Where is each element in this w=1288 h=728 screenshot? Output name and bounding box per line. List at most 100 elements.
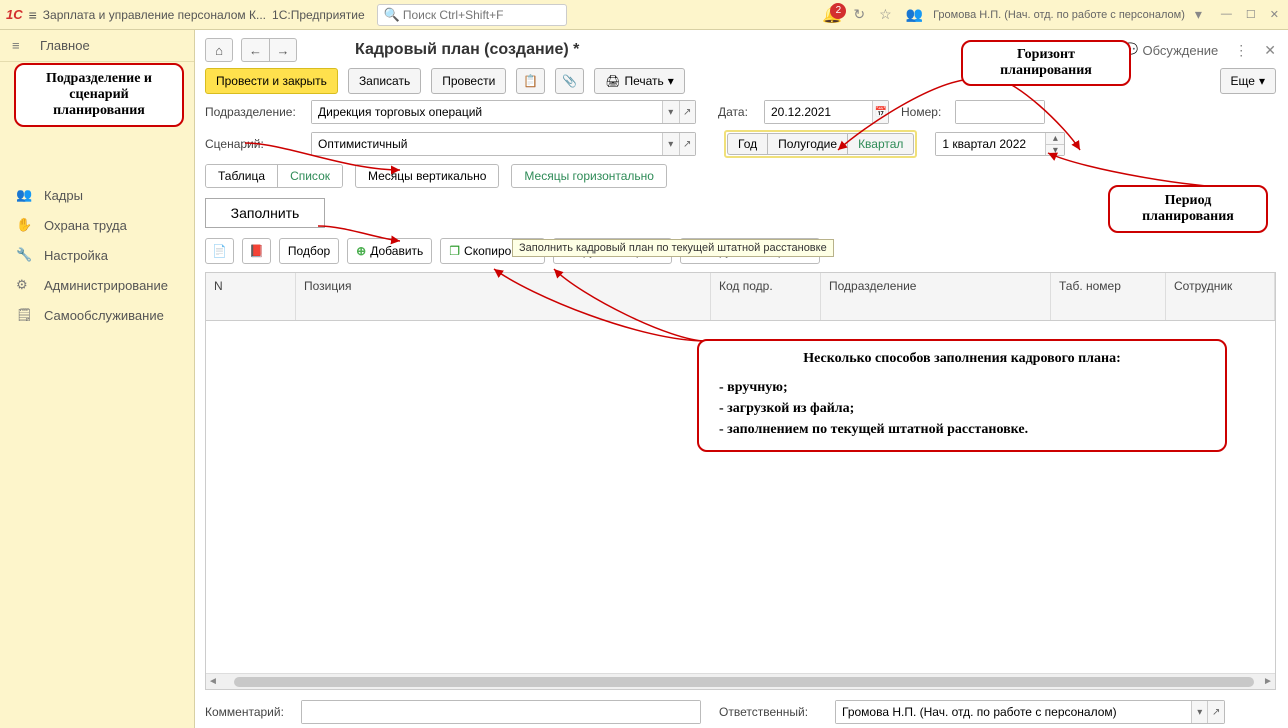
col-emp[interactable]: Сотрудник (1166, 273, 1275, 320)
back-button[interactable]: ← (241, 38, 269, 62)
dropdown-button[interactable]: ▾ (1191, 701, 1208, 723)
gear-icon: ⚙ (16, 277, 34, 293)
col-position[interactable]: Позиция (296, 273, 711, 320)
tab-list[interactable]: Список (278, 165, 342, 187)
sidebar-item-settings[interactable]: 🔧 Настройка (0, 240, 194, 270)
sidebar-item-kadry[interactable]: 👥 Кадры (0, 180, 194, 210)
horizon-quarter[interactable]: Квартал (847, 133, 914, 155)
copy-icon: ❐ (449, 244, 460, 258)
calendar-button[interactable]: 📅 (872, 101, 888, 123)
callout-period: Период планирования (1108, 185, 1268, 233)
grid-header: N Позиция Код подр. Подразделение Таб. н… (206, 273, 1275, 321)
menu-hamburger-icon[interactable]: ≡ (29, 7, 37, 23)
logo-1c: 1C (6, 7, 23, 22)
print-button[interactable]: 🖨 Печать ▾ (594, 68, 685, 94)
app-title: Зарплата и управление персоналом К... (43, 8, 266, 22)
responsible-input[interactable] (836, 701, 1191, 723)
col-dept[interactable]: Подразделение (821, 273, 1051, 320)
current-user[interactable]: Громова Н.П. (Нач. отд. по работе с перс… (933, 9, 1185, 21)
sidebar: ≡ Главное 👥 Кадры ✋ Охрана труда 🔧 Настр… (0, 30, 195, 728)
open-button[interactable]: ↗ (679, 101, 695, 123)
user-dropdown-icon[interactable]: ▾ (1191, 6, 1206, 23)
safety-icon: ✋ (16, 217, 34, 233)
date-input[interactable] (765, 101, 872, 123)
minimize-button[interactable]: — (1218, 8, 1235, 21)
tab-months-vertical[interactable]: Месяцы вертикально (355, 164, 499, 188)
view-mode-switch: Таблица Список (205, 164, 343, 188)
discuss-link[interactable]: 💬 Обсуждение (1122, 42, 1218, 58)
maximize-button[interactable]: ☐ (1243, 8, 1259, 21)
people-icon: 👥 (16, 187, 34, 203)
horizon-year[interactable]: Год (727, 133, 767, 155)
horizon-half[interactable]: Полугодие (767, 133, 847, 155)
page-title: Кадровый план (создание) * (355, 41, 579, 59)
period-down[interactable]: ▾ (1046, 144, 1064, 155)
save-button[interactable]: Записать (348, 68, 421, 94)
period-up[interactable]: ▴ (1046, 133, 1064, 144)
more-button[interactable]: Еще ▾ (1220, 68, 1276, 94)
callout-fill-methods: Несколько способов заполнения кадрового … (697, 339, 1227, 452)
label-department: Подразделение: (205, 105, 305, 119)
number-input[interactable] (956, 101, 1044, 123)
add-button[interactable]: ⊕ Добавить (347, 238, 432, 264)
search-input[interactable] (403, 8, 560, 22)
close-doc-button[interactable]: ✕ (1264, 42, 1276, 59)
search-icon: 🔍 (384, 7, 400, 23)
post-and-close-button[interactable]: Провести и закрыть (205, 68, 338, 94)
open-button[interactable]: ↗ (679, 133, 695, 155)
department-input[interactable] (312, 101, 662, 123)
sidebar-item-self[interactable]: 🗒 Самообслуживание (0, 300, 194, 330)
app-topbar: 1C ≡ Зарплата и управление персоналом К.… (0, 0, 1288, 30)
sidebar-main-label: Главное (40, 38, 90, 53)
notifications-icon[interactable]: 🔔 2 (821, 4, 843, 26)
callout-department-scenario: Подразделение и сценарий планирования (14, 63, 184, 127)
home-button[interactable]: ⌂ (205, 38, 233, 62)
global-search[interactable]: 🔍 (377, 4, 567, 26)
label-date: Дата: (718, 105, 758, 119)
star-icon[interactable]: ☆ (875, 6, 896, 23)
label-number: Номер: (901, 105, 949, 119)
tab-months-horizontal[interactable]: Месяцы горизонтально (511, 164, 667, 188)
doc-icon-button-2[interactable]: 📕 (242, 238, 271, 264)
label-responsible: Ответственный: (719, 705, 829, 719)
fill-button[interactable]: Заполнить (205, 198, 325, 228)
close-button[interactable]: ✕ (1267, 8, 1282, 21)
history-icon[interactable]: ↻ (849, 6, 869, 23)
sidebar-item-ohrana[interactable]: ✋ Охрана труда (0, 210, 194, 240)
period-input[interactable] (936, 133, 1045, 155)
col-tab[interactable]: Таб. номер (1051, 273, 1166, 320)
callout-horizon: Горизонт планирования (961, 40, 1131, 86)
sidebar-main[interactable]: ≡ Главное (0, 30, 194, 62)
label-scenario: Сценарий: (205, 137, 305, 151)
label-comment: Комментарий: (205, 705, 295, 719)
forward-button[interactable]: → (269, 38, 297, 62)
dropdown-icon: ▾ (1259, 74, 1265, 88)
fill-tooltip: Заполнить кадровый план по текущей штатн… (512, 239, 834, 257)
col-kod[interactable]: Код подр. (711, 273, 821, 320)
pick-button[interactable]: Подбор (279, 238, 339, 264)
list-icon: 🗒 (16, 307, 34, 323)
menu-icon: ≡ (12, 38, 30, 53)
comment-input[interactable] (302, 701, 700, 723)
doc-menu-icon[interactable]: ⋮ (1230, 42, 1252, 59)
scenario-input[interactable] (312, 133, 662, 155)
doc-icon-button-1[interactable]: 📄 (205, 238, 234, 264)
horizon-selector: Год Полугодие Квартал (724, 130, 917, 158)
plus-icon: ⊕ (356, 244, 366, 258)
sidebar-item-admin[interactable]: ⚙ Администрирование (0, 270, 194, 300)
dropdown-icon: ▾ (668, 74, 674, 88)
post-button[interactable]: Провести (431, 68, 506, 94)
document-area: Горизонт планирования Период планировани… (195, 30, 1288, 728)
report-button[interactable]: 📋 (516, 68, 545, 94)
dropdown-button[interactable]: ▾ (662, 101, 678, 123)
tab-table[interactable]: Таблица (206, 165, 278, 187)
dropdown-button[interactable]: ▾ (662, 133, 678, 155)
print-icon: 🖨 (605, 74, 620, 88)
horizontal-scrollbar[interactable]: ◄ ► (206, 673, 1275, 689)
platform-name: 1С:Предприятие (272, 8, 365, 22)
users-icon[interactable]: 👥 (902, 6, 927, 23)
open-button[interactable]: ↗ (1207, 701, 1224, 723)
col-n[interactable]: N (206, 273, 296, 320)
data-grid: N Позиция Код подр. Подразделение Таб. н… (205, 272, 1276, 690)
attach-button[interactable]: 📎 (555, 68, 584, 94)
